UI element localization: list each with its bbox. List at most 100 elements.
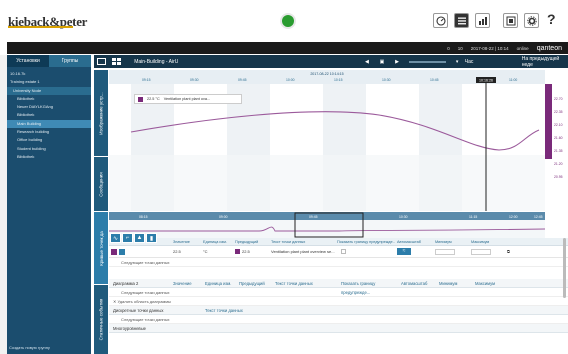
discrete-title: Дискретные точки данных [113, 308, 164, 313]
max-field[interactable] [471, 248, 491, 255]
grid-view-icon[interactable] [111, 56, 122, 67]
col-value: Значение [173, 240, 190, 244]
right-tick: 21.20 [554, 162, 563, 166]
visible-toggle[interactable] [119, 248, 125, 255]
table-spacer [109, 267, 568, 279]
min-field[interactable] [435, 248, 455, 255]
tree-item[interactable]: Office building [7, 136, 91, 144]
top-tick: 10:45 [430, 78, 439, 82]
tree-item[interactable]: Bibliothek [7, 95, 91, 103]
next-datapoints-link-3[interactable]: Следующие точки данных [109, 315, 568, 324]
cell-previous: 22.5 [233, 249, 269, 254]
top-tick: 09:30 [190, 78, 199, 82]
gear-icon[interactable] [524, 13, 539, 28]
list-icon[interactable] [454, 13, 469, 28]
tab-messages[interactable]: Сообщения [94, 157, 108, 211]
overview-tick: 10:30 [399, 215, 408, 219]
discrete-col-text: Текст точки данных [205, 308, 243, 313]
copy-row-icon[interactable]: ⧉ [505, 249, 515, 254]
tree-item[interactable]: Student building [7, 145, 91, 153]
sidebar-tabs: Установки Группы [7, 55, 91, 67]
window-icon[interactable] [503, 13, 518, 28]
trend-chart[interactable]: 10:16:26 2017-08-22 10:14:15 09:15 09:30… [109, 70, 545, 211]
tab-device-image-label: Изображение устр... [98, 91, 104, 135]
tab-messages-label: Сообщения [98, 171, 104, 197]
table-header: Значение Единица изм. Предыдущий Текст т… [109, 238, 568, 246]
tab-installations[interactable]: Установки [7, 55, 49, 67]
autoscale-toggle[interactable]: ≈ [395, 248, 433, 255]
next-datapoints-link-2[interactable]: Следующие точки данных [109, 288, 568, 297]
delete-diagram-area-button[interactable]: ✕ Удалить область диаграммы [109, 297, 568, 306]
overview-tick: 08:15 [139, 215, 148, 219]
tree-item[interactable]: Research building [7, 128, 91, 136]
left-edge [0, 55, 7, 354]
datapoint-table: Значение Единица изм. Предыдущий Текст т… [109, 238, 568, 354]
max-input[interactable] [469, 248, 505, 255]
series-swatch [138, 96, 143, 102]
col-maximum: Максимум [471, 240, 490, 244]
cell-value: 22.5 [173, 249, 181, 254]
discrete-header: Дискретные точки данных Текст точки данн… [109, 306, 568, 315]
curve-step-icon[interactable]: ⌐ [122, 233, 133, 243]
min-input[interactable] [433, 248, 469, 255]
right-tick: 20.95 [554, 175, 563, 179]
next-datapoints-link[interactable]: Следующие точки данных [109, 258, 568, 267]
right-tick: 21.35 [554, 149, 563, 153]
tree-item[interactable]: University Node [7, 86, 91, 95]
building-chart-icon[interactable] [475, 13, 490, 28]
copy-icon[interactable]: ▣ [376, 56, 387, 67]
range-select-icon[interactable]: ▾ [452, 56, 463, 67]
legend-value: 22.5 °C [147, 97, 160, 101]
curve-line-icon[interactable]: ∿ [110, 233, 121, 243]
col-text: Текст точки данных [271, 240, 306, 244]
overview-tick: 12:45 [534, 215, 543, 219]
next-period-icon[interactable]: ▶ [392, 56, 403, 67]
col-minimum: Минимум [435, 240, 452, 244]
tree-item[interactable]: Training estate 1 [7, 78, 91, 86]
row-controls [109, 248, 171, 255]
tree-item[interactable]: Neuer DiAYLKGAng [7, 103, 91, 111]
curve-area-icon[interactable]: ▲ [134, 233, 145, 243]
range-select[interactable]: Час [465, 59, 502, 65]
right-axis: 22.70 22.35 22.10 21.60 21.35 21.20 20.9… [545, 70, 568, 211]
tree-item-selected[interactable]: Main Building [7, 119, 91, 129]
cell-text: Ventilation plant plant overview se... [271, 249, 335, 254]
top-bar: kieback&peter ? [0, 0, 568, 40]
table-scrollbar[interactable] [563, 238, 566, 298]
top-tick: 10:00 [286, 78, 295, 82]
help-icon[interactable]: ? [547, 11, 556, 27]
overview-tick: 09:45 [309, 215, 318, 219]
cursor-time-label: 10:16:26 [479, 79, 493, 83]
table-row[interactable]: 22.5 °C 22.5 Ventilation plant plant ove… [109, 246, 568, 258]
logo-underline [8, 26, 73, 28]
time-slider[interactable] [408, 60, 446, 63]
color-swatch[interactable] [111, 248, 117, 255]
compare-select[interactable]: На предыдущей неде [522, 56, 568, 68]
curve-bar-icon[interactable]: ▮ [146, 233, 157, 243]
top-tick: 11:00 [509, 78, 517, 82]
warn-limit-checkbox[interactable] [335, 249, 395, 254]
top-tick: 10:30 [382, 78, 391, 82]
diagram2-col-warn: Показать границу предупрежде... [341, 281, 376, 295]
status-indicator[interactable] [282, 15, 294, 27]
diagram2-col-prev: Предыдущий [239, 281, 265, 286]
user-count[interactable]: 10 [458, 46, 463, 51]
alarm-count[interactable]: 0 [447, 46, 450, 51]
tree-item[interactable]: 10.16.7k [7, 70, 91, 78]
prev-period-icon[interactable]: ◀ [361, 56, 372, 67]
tab-static-events[interactable]: Статичные события [94, 285, 108, 354]
single-view-icon[interactable] [96, 56, 107, 67]
tab-data-curves[interactable]: Кривые точек дa [94, 212, 108, 284]
timeline-navigator[interactable]: 08:15 09:00 09:45 10:30 11:15 12:00 12:4… [109, 212, 546, 238]
tab-device-image[interactable]: Изображение устр... [94, 70, 108, 156]
cell-unit: °C [203, 249, 208, 254]
tab-groups[interactable]: Группы [49, 55, 91, 67]
col-warn-limit: Показать границу предупрежде... [337, 240, 395, 244]
tree-item[interactable]: Bibliothek [7, 153, 91, 161]
create-group-link[interactable]: Создать новую группу [9, 345, 50, 350]
gauge-icon[interactable] [433, 13, 448, 28]
legend-text: Ventilation plant plant ova... [163, 97, 211, 101]
info-bar: 0 10 2017-08-22 | 10:14 online qanteon [7, 42, 568, 54]
diagram2-col-min: Минимум [439, 281, 458, 286]
tree-item[interactable]: Bibliothek [7, 111, 91, 119]
